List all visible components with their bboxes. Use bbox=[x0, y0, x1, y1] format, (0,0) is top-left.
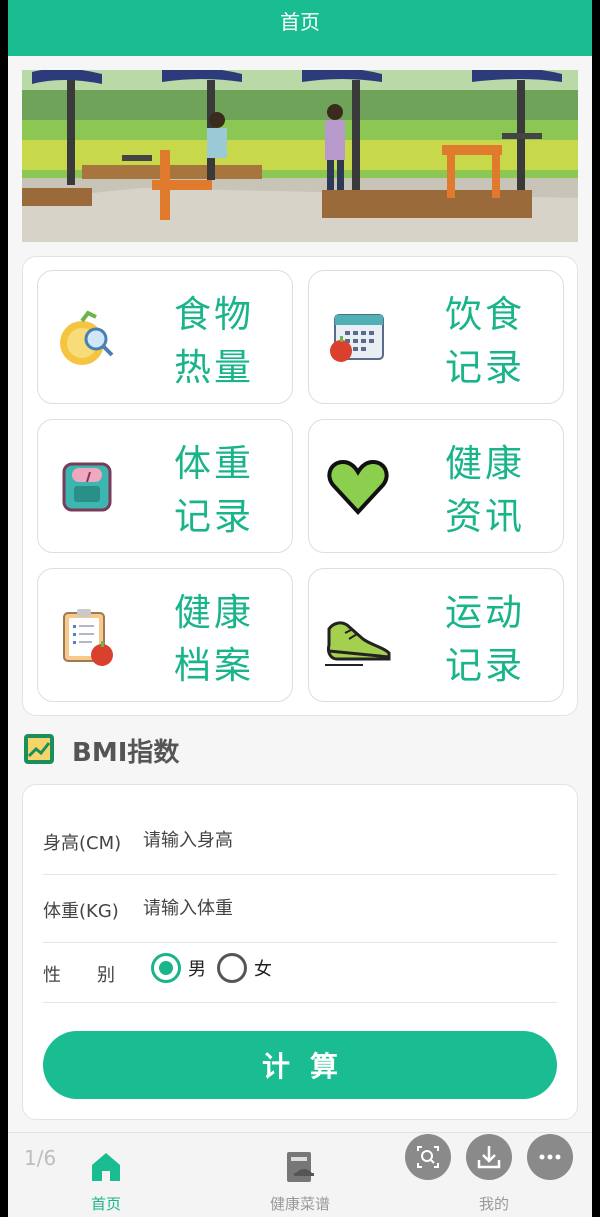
bmi-section-header: BMI指数 bbox=[22, 728, 582, 772]
food-calorie-icon bbox=[60, 310, 114, 365]
height-label: 身高(CM) bbox=[43, 833, 122, 854]
chart-trend-icon bbox=[24, 734, 54, 764]
tile-label: 运动记录 bbox=[445, 591, 525, 687]
tab-home[interactable]: 首页 bbox=[46, 1141, 166, 1213]
scan-search-icon bbox=[417, 1146, 439, 1168]
tab-home-label: 首页 bbox=[90, 1195, 121, 1213]
bmi-form: 身高(CM) 体重(KG) 性 别 男 女 计算 bbox=[22, 784, 578, 1120]
bmi-title: BMI指数 bbox=[72, 738, 180, 768]
female-radio[interactable] bbox=[217, 953, 247, 983]
weight-row: 体重(KG) bbox=[43, 875, 557, 943]
tab-recipes-label: 健康菜谱 bbox=[269, 1195, 330, 1213]
tile-label: 健康资讯 bbox=[445, 442, 525, 538]
tile-label: 食物热量 bbox=[174, 293, 254, 389]
calculate-button[interactable]: 计算 bbox=[43, 1031, 557, 1099]
male-label: 男 bbox=[188, 959, 206, 980]
home-icon bbox=[92, 1153, 120, 1181]
download-button[interactable] bbox=[466, 1134, 512, 1180]
more-options-button[interactable] bbox=[527, 1134, 573, 1180]
page-counter: 1/6 bbox=[24, 1146, 57, 1170]
weight-label: 体重(KG) bbox=[43, 901, 119, 922]
tile-diet-record[interactable]: 饮食记录 bbox=[308, 270, 564, 404]
height-input[interactable] bbox=[143, 823, 523, 857]
banner-image[interactable] bbox=[22, 70, 578, 242]
tile-food-calorie[interactable]: 食物热量 bbox=[37, 270, 293, 404]
weight-input[interactable] bbox=[143, 891, 523, 925]
menu-book-icon bbox=[287, 1152, 314, 1182]
height-row: 身高(CM) bbox=[43, 807, 557, 875]
scan-search-button[interactable] bbox=[405, 1134, 451, 1180]
weight-scale-icon bbox=[62, 462, 112, 512]
tab-mine-label: 我的 bbox=[478, 1195, 509, 1213]
page-title: 首页 bbox=[280, 10, 320, 34]
sneaker-icon bbox=[325, 621, 391, 666]
download-icon bbox=[477, 1146, 501, 1169]
tab-recipes[interactable]: 健康菜谱 bbox=[240, 1141, 360, 1213]
tile-label: 饮食记录 bbox=[445, 293, 525, 389]
tile-health-file[interactable]: 健康档案 bbox=[37, 568, 293, 702]
top-bar: 首页 bbox=[8, 0, 592, 56]
tile-health-news[interactable]: 健康资讯 bbox=[308, 419, 564, 553]
feature-panel: 食物热量 饮食记录 体重记录 健康资讯 健康档案 运动记录 bbox=[22, 256, 578, 716]
gender-label: 性 别 bbox=[43, 965, 115, 986]
more-dots-icon bbox=[539, 1154, 561, 1160]
park-fitness-photo bbox=[22, 70, 578, 242]
tile-weight-record[interactable]: 体重记录 bbox=[37, 419, 293, 553]
tile-label: 体重记录 bbox=[174, 442, 254, 538]
male-radio[interactable] bbox=[151, 953, 181, 983]
tile-label: 健康档案 bbox=[174, 591, 254, 687]
diet-record-icon bbox=[330, 314, 384, 362]
app-screen: 首页 食物热量 饮食记录 体重记录 健康资讯 健康档案 运动记录 BMI指数 身… bbox=[8, 0, 592, 1217]
tile-exercise-record[interactable]: 运动记录 bbox=[308, 568, 564, 702]
health-file-icon bbox=[63, 609, 113, 666]
female-label: 女 bbox=[254, 959, 272, 980]
heart-icon bbox=[327, 459, 389, 515]
gender-row: 性 别 男 女 bbox=[43, 943, 557, 1003]
